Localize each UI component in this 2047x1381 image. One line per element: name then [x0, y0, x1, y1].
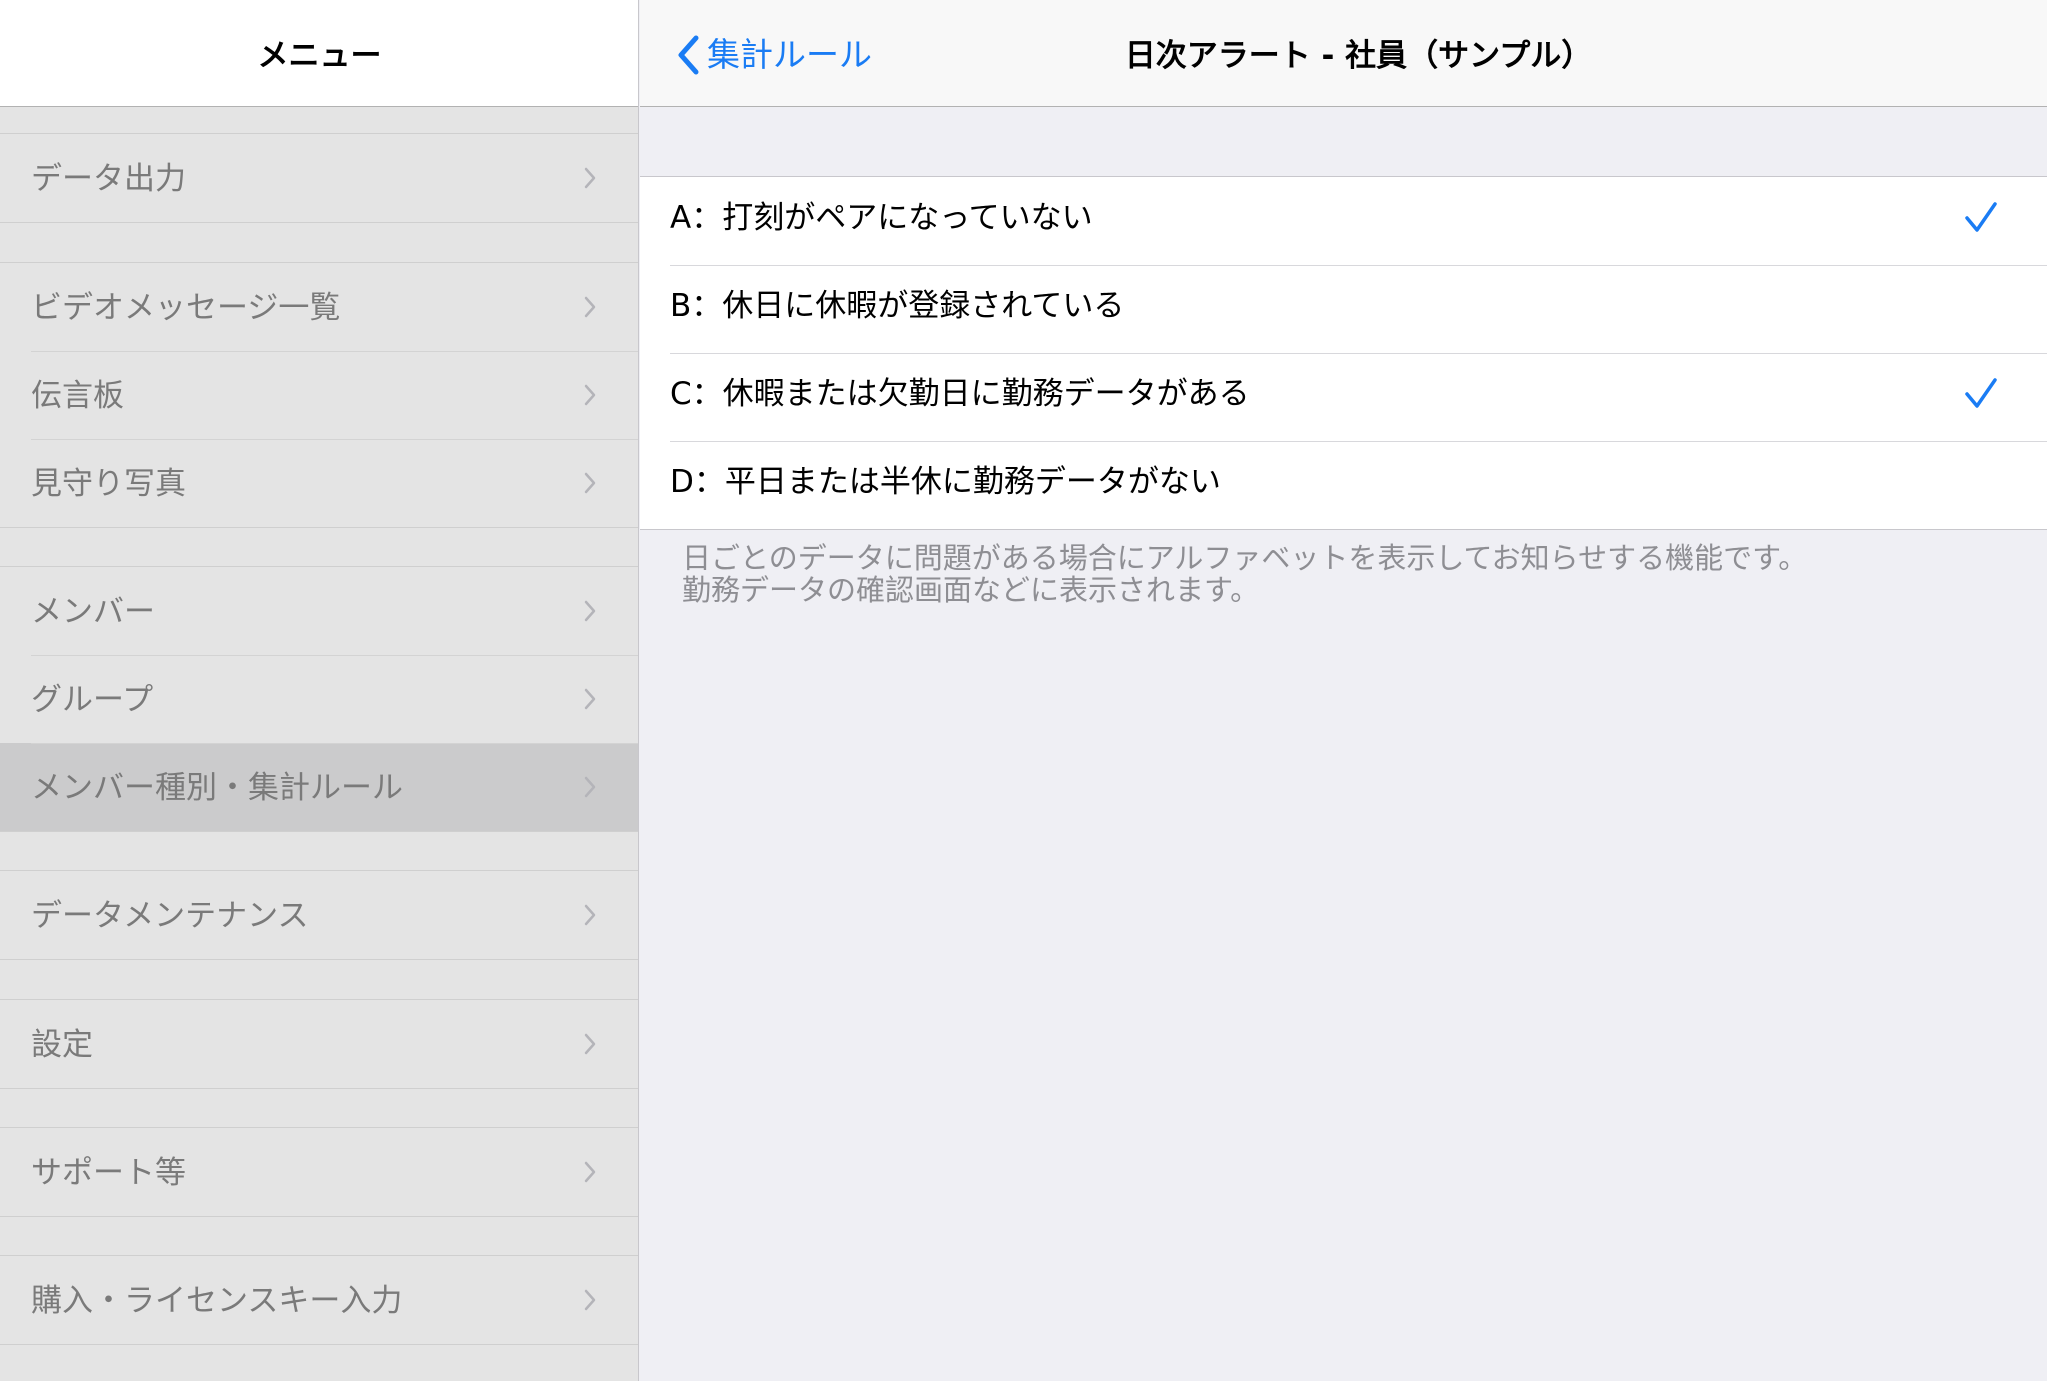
- alert-option-a[interactable]: A：打刻がペアになっていない: [640, 177, 2047, 265]
- footer-note-line: 勤務データの確認画面などに表示されます。: [682, 573, 1260, 607]
- chevron-right-icon: [584, 384, 596, 406]
- alert-option-d[interactable]: D：平日または半休に勤務データがない: [640, 441, 2047, 529]
- chevron-right-icon: [584, 688, 596, 710]
- chevron-right-icon: [584, 600, 596, 622]
- chevron-right-icon: [584, 472, 596, 494]
- chevron-right-icon: [584, 904, 596, 926]
- menu-group: メンバー グループ メンバー種別・集計ルール: [0, 566, 638, 832]
- sidebar: メニュー データ出力 ビデオメッセージ一覧 伝言板 見守り写真 メンバー グルー…: [0, 0, 639, 1381]
- menu-item-data-export[interactable]: データ出力: [0, 134, 638, 222]
- main-navigation-bar: 集計ルール 日次アラート - 社員（サンプル）: [640, 0, 2047, 107]
- chevron-right-icon: [584, 776, 596, 798]
- chevron-right-icon: [584, 1289, 596, 1311]
- chevron-right-icon: [584, 167, 596, 189]
- menu-item-support[interactable]: サポート等: [0, 1128, 638, 1216]
- menu-item-purchase-license[interactable]: 購入・ライセンスキー入力: [0, 1256, 638, 1344]
- alert-option-label: C：休暇または欠勤日に勤務データがある: [670, 376, 1250, 412]
- alert-option-label: B：休日に休暇が登録されている: [670, 288, 1125, 324]
- chevron-right-icon: [584, 1161, 596, 1183]
- alert-list: A：打刻がペアになっていない B：休日に休暇が登録されている C：休暇または欠勤…: [640, 176, 2047, 530]
- menu-item-label: 設定: [31, 1027, 93, 1063]
- menu-item-member-types-rules[interactable]: メンバー種別・集計ルール: [0, 743, 638, 831]
- alert-option-b[interactable]: B：休日に休暇が登録されている: [640, 265, 2047, 353]
- menu-item-label: メンバー: [31, 594, 155, 630]
- alert-option-c[interactable]: C：休暇または欠勤日に勤務データがある: [640, 353, 2047, 441]
- menu-group: データ出力: [0, 133, 638, 223]
- back-button[interactable]: 集計ルール: [675, 30, 872, 80]
- menu-item-label: 伝言板: [31, 378, 124, 414]
- menu-item-label: サポート等: [31, 1155, 186, 1191]
- menu-item-data-maintenance[interactable]: データメンテナンス: [0, 871, 638, 959]
- footer-note-line: 日ごとのデータに問題がある場合にアルファベットを表示してお知らせする機能です。: [682, 541, 1808, 575]
- checkmark-icon: [1965, 378, 1997, 408]
- alert-option-label: A：打刻がペアになっていない: [670, 200, 1093, 236]
- menu-group: 購入・ライセンスキー入力: [0, 1255, 638, 1345]
- menu-group: ビデオメッセージ一覧 伝言板 見守り写真: [0, 262, 638, 528]
- menu-group: サポート等: [0, 1127, 638, 1217]
- sidebar-title: メニュー: [257, 38, 382, 74]
- back-button-label: 集計ルール: [707, 35, 872, 74]
- chevron-right-icon: [584, 1033, 596, 1055]
- menu-group: 設定: [0, 999, 638, 1089]
- menu-item-members[interactable]: メンバー: [0, 567, 638, 655]
- chevron-right-icon: [584, 296, 596, 318]
- menu-group: データメンテナンス: [0, 870, 638, 960]
- menu-item-label: データ出力: [31, 161, 186, 197]
- menu-item-label: データメンテナンス: [31, 898, 309, 934]
- menu-item-settings[interactable]: 設定: [0, 1000, 638, 1088]
- menu-item-label: グループ: [31, 682, 154, 718]
- sidebar-navigation-bar: メニュー: [0, 0, 638, 107]
- alert-option-label: D：平日または半休に勤務データがない: [670, 464, 1221, 500]
- menu-item-label: 見守り写真: [31, 466, 186, 502]
- menu-item-watch-photos[interactable]: 見守り写真: [0, 439, 638, 527]
- section-footer-note: 日ごとのデータに問題がある場合にアルファベットを表示してお知らせする機能です。 …: [682, 542, 2002, 606]
- menu-item-label: 購入・ライセンスキー入力: [31, 1283, 403, 1319]
- menu-item-label: メンバー種別・集計ルール: [31, 770, 403, 806]
- chevron-left-icon: [678, 35, 699, 75]
- menu-item-label: ビデオメッセージ一覧: [31, 290, 341, 326]
- menu-item-message-board[interactable]: 伝言板: [0, 351, 638, 439]
- menu-item-video-messages[interactable]: ビデオメッセージ一覧: [0, 263, 638, 351]
- menu-item-groups[interactable]: グループ: [0, 655, 638, 743]
- checkmark-icon: [1965, 202, 1997, 232]
